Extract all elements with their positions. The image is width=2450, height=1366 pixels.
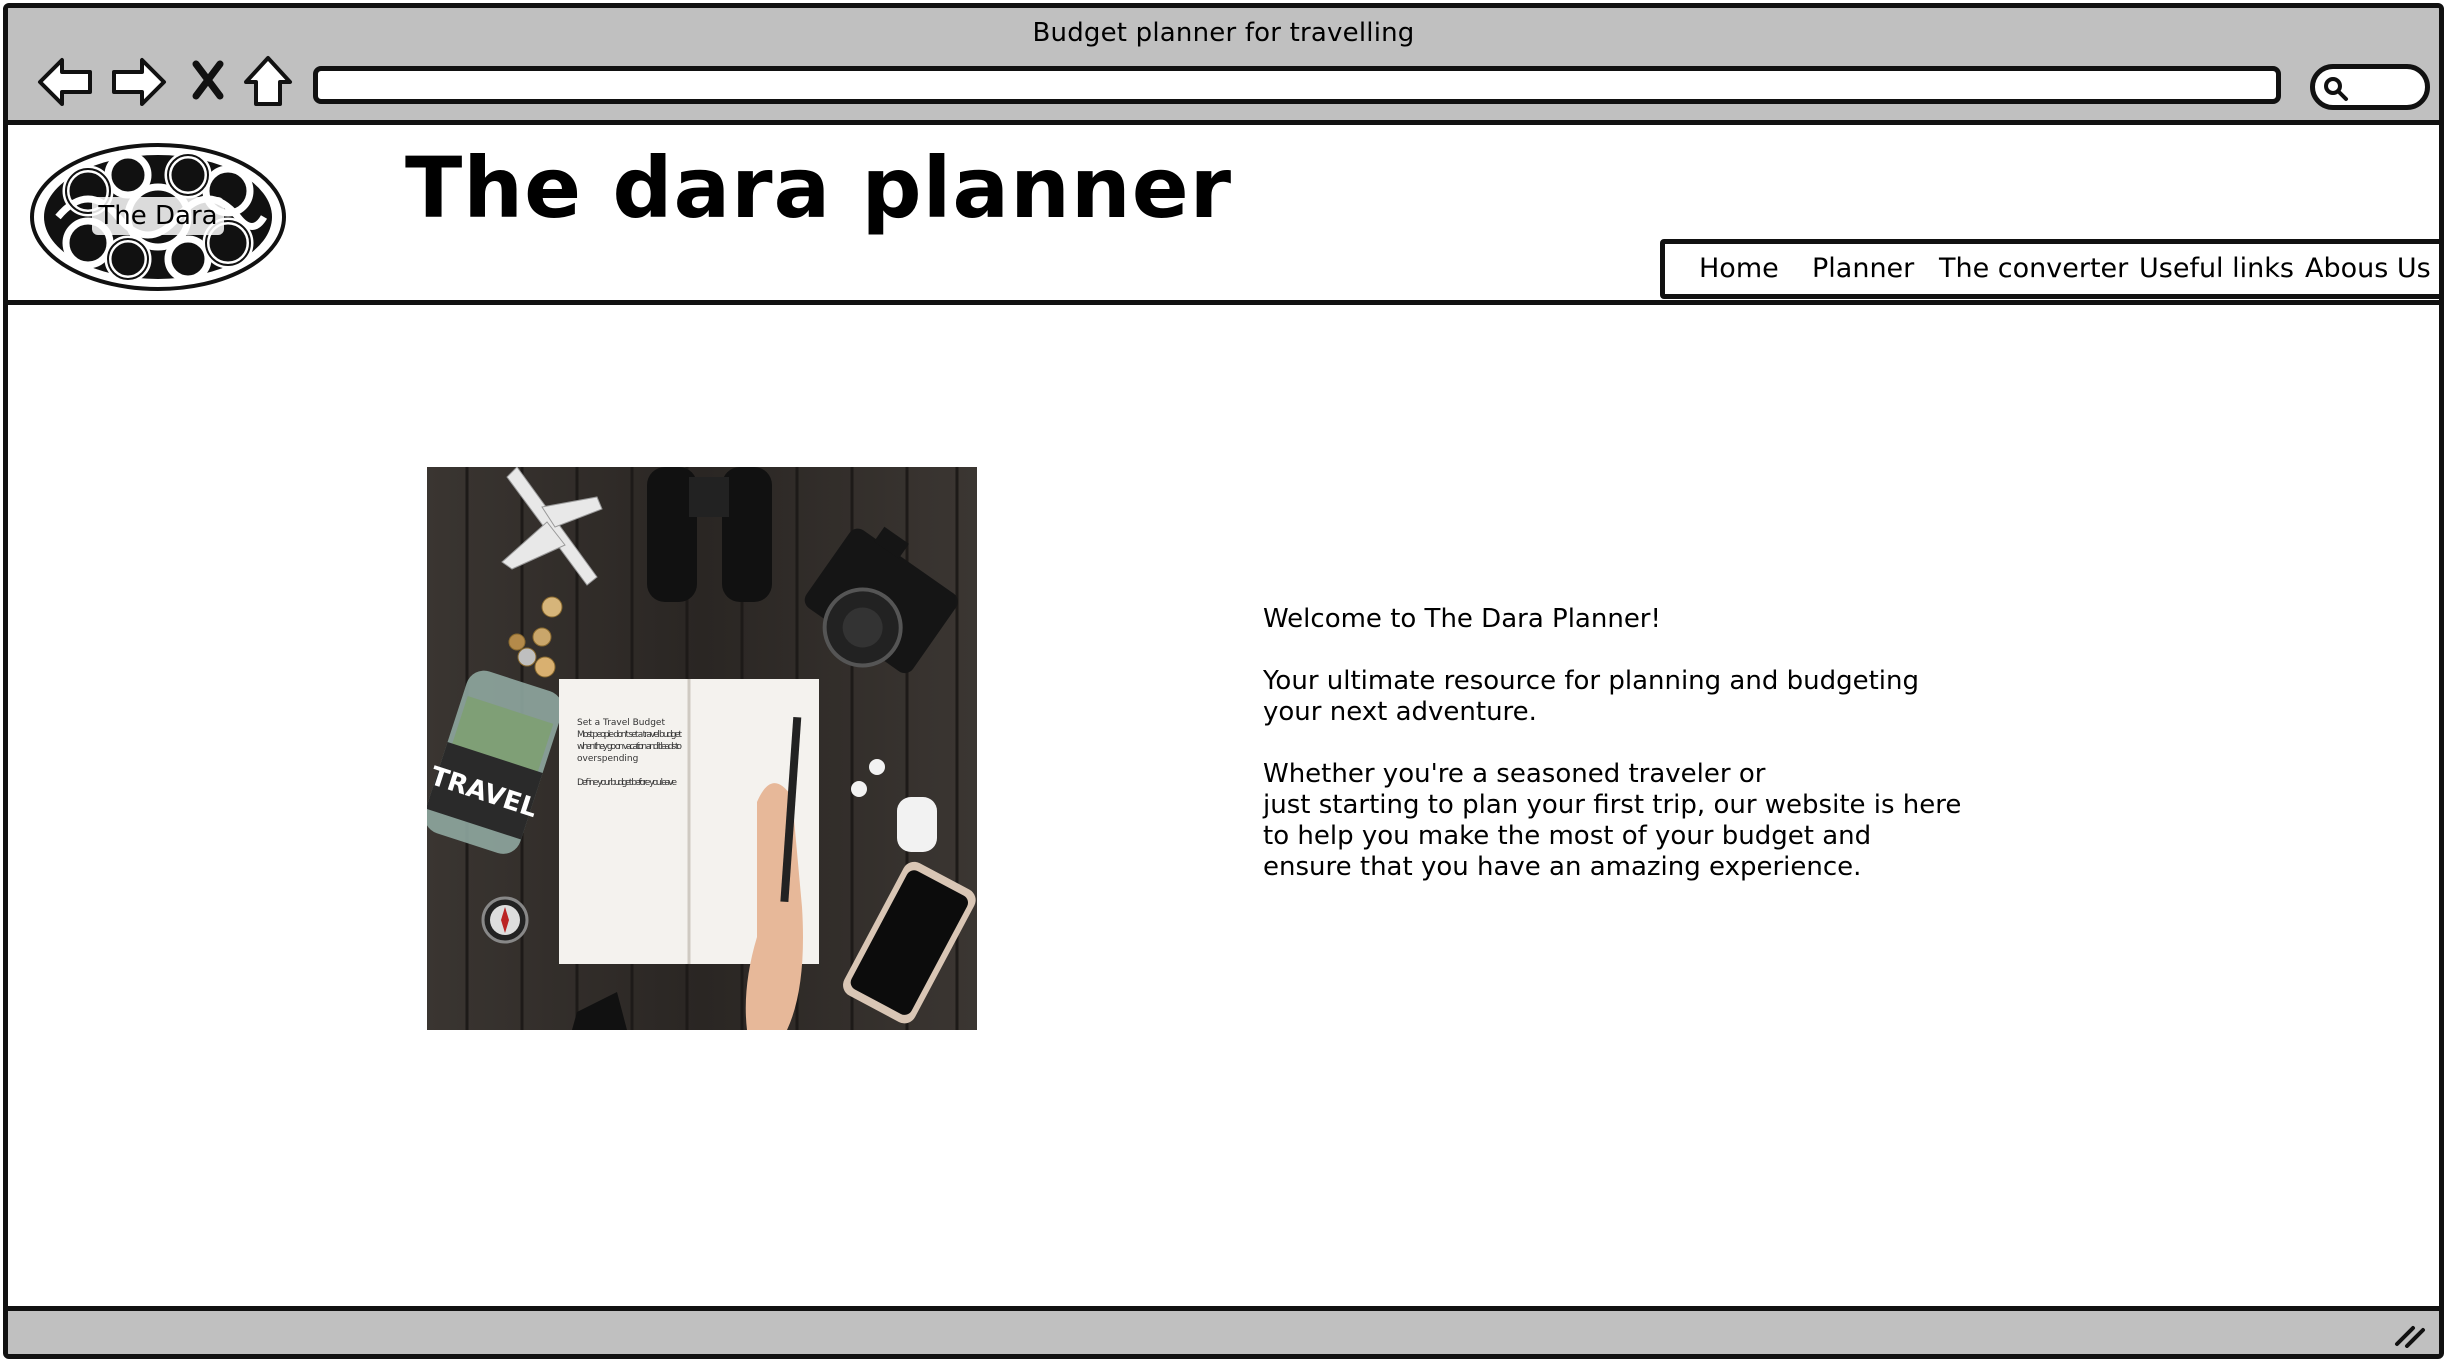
welcome-intro: Your ultimate resource for planning and …	[1263, 666, 1983, 728]
nav-home[interactable]: Home	[1699, 253, 1779, 284]
hero-image: TRAVEL Set a Travel Budget Most people d…	[427, 467, 977, 1030]
back-arrow-icon[interactable]	[36, 52, 96, 112]
logo-text: The Dara	[92, 197, 224, 235]
notebook-line: Set a Travel Budget	[577, 718, 665, 728]
resize-grip-icon[interactable]	[2393, 1322, 2427, 1348]
browser-chrome: Budget planner for travelling	[8, 8, 2439, 125]
nav-the-converter[interactable]: The converter	[1939, 253, 2128, 284]
home-icon[interactable]	[238, 52, 298, 112]
compass-icon	[481, 896, 529, 944]
notebook-line: Define your budget before you leave	[577, 778, 677, 788]
welcome-text: Welcome to The Dara Planner! Your ultima…	[1263, 604, 1983, 914]
nav-useful-links[interactable]: Useful links	[2139, 253, 2294, 284]
logo[interactable]: The Dara	[28, 141, 288, 293]
nav-about-us[interactable]: Abous Us	[2305, 253, 2431, 284]
welcome-body-line: just starting to plan your first trip, o…	[1263, 790, 1962, 820]
close-icon[interactable]	[184, 52, 244, 112]
notebook-line: overspending	[577, 754, 638, 764]
browser-window: Budget planner for travelling The Dara T…	[3, 3, 2444, 1359]
site-header: The Dara The dara planner Home Planner T…	[8, 125, 2439, 305]
site-title: The dara planner	[405, 139, 1233, 237]
notebook-line: Most people don't set a travel budget	[577, 730, 682, 740]
travel-flatlay-image: TRAVEL Set a Travel Budget Most people d…	[427, 467, 977, 1030]
notebook-line: when they go on vacation and it leads to	[577, 742, 682, 752]
welcome-body-line: Whether you're a seasoned traveler or	[1263, 759, 1766, 789]
welcome-body-line: ensure that you have an amazing experien…	[1263, 852, 1862, 882]
search-button[interactable]	[2310, 64, 2430, 110]
nav-planner[interactable]: Planner	[1812, 253, 1914, 284]
address-bar[interactable]	[313, 66, 2281, 104]
welcome-body-line: to help you make the most of your budget…	[1263, 821, 1872, 851]
forward-arrow-icon[interactable]	[108, 52, 168, 112]
status-bar	[8, 1306, 2439, 1354]
welcome-body: Whether you're a seasoned traveler or ju…	[1263, 759, 1983, 883]
welcome-intro-line: Your ultimate resource for planning and …	[1263, 666, 1919, 696]
welcome-intro-line: your next adventure.	[1263, 697, 1537, 727]
search-icon	[2324, 77, 2348, 101]
main-nav: Home Planner The converter Useful links …	[1660, 239, 2439, 299]
window-title: Budget planner for travelling	[1032, 18, 1415, 48]
welcome-heading: Welcome to The Dara Planner!	[1263, 604, 1661, 634]
